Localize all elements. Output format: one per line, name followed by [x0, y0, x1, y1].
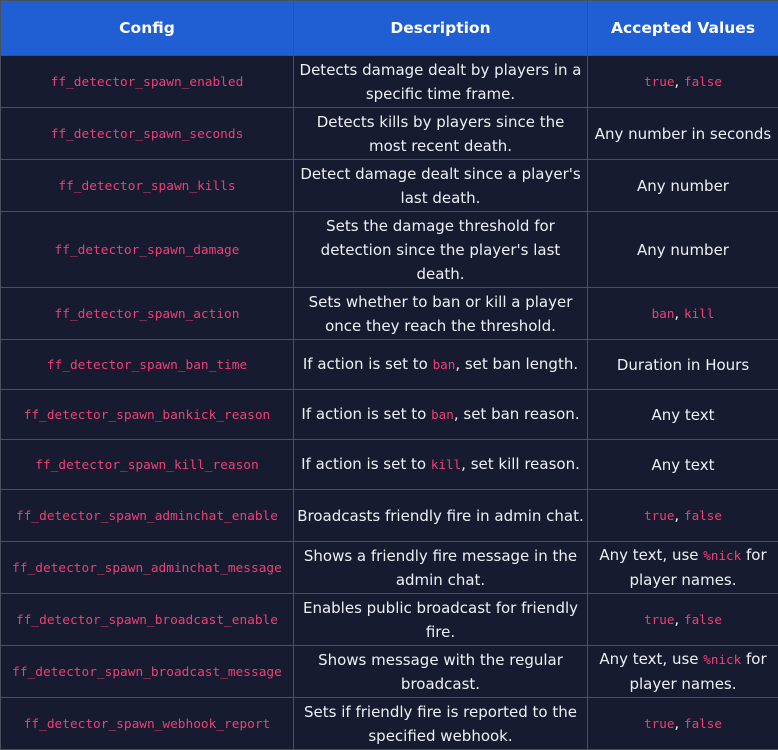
header-row: Config Description Accepted Values: [0, 0, 778, 56]
table-row: ff_detector_spawn_action Sets whether to…: [0, 287, 778, 340]
description-cell: Sets whether to ban or kill a player onc…: [293, 287, 588, 340]
config-cell: ff_detector_spawn_broadcast_message: [0, 645, 294, 698]
config-key: ff_detector_spawn_ban_time: [46, 357, 248, 373]
config-key: ff_detector_spawn_webhook_report: [23, 716, 271, 732]
description-text: If action is set to: [302, 355, 428, 373]
description-cell: If action is set to ban, set ban reason.: [293, 389, 588, 440]
description-cell: Detects kills by players since the most …: [293, 107, 588, 160]
accepted-cell: Duration in Hours: [587, 339, 778, 390]
config-cell: ff_detector_spawn_damage: [0, 211, 294, 288]
description-cell: Sets if friendly fire is reported to the…: [293, 697, 588, 750]
value-code: false: [683, 716, 722, 731]
accepted-text: Any text, use: [599, 650, 699, 668]
config-key: ff_detector_spawn_action: [54, 306, 240, 322]
accepted-cell: Any number: [587, 159, 778, 212]
config-cell: ff_detector_spawn_broadcast_enable: [0, 593, 294, 646]
description-text: If action is set to: [301, 405, 427, 423]
config-key: ff_detector_spawn_kills: [58, 178, 236, 194]
config-cell: ff_detector_spawn_seconds: [0, 107, 294, 160]
accepted-cell: Any number in seconds: [587, 107, 778, 160]
config-cell: ff_detector_spawn_kills: [0, 159, 294, 212]
value-code: false: [683, 74, 722, 89]
accepted-cell: Any number: [587, 211, 778, 288]
value-code: true: [644, 716, 675, 731]
value-code: kill: [683, 306, 715, 321]
table-row: ff_detector_spawn_damage Sets the damage…: [0, 211, 778, 288]
config-cell: ff_detector_spawn_adminchat_message: [0, 541, 294, 594]
table-row: ff_detector_spawn_bankick_reason If acti…: [0, 389, 778, 440]
accepted-cell: Any text, use %nick for player names.: [587, 541, 778, 594]
config-key: ff_detector_spawn_adminchat_message: [12, 560, 282, 576]
config-key: ff_detector_spawn_enabled: [50, 74, 244, 90]
config-table: Config Description Accepted Values ff_de…: [0, 0, 778, 750]
description-cell: If action is set to kill, set kill reaso…: [293, 439, 588, 490]
accepted-cell: true, false: [587, 697, 778, 750]
value-separator: ,: [674, 714, 680, 732]
table-row: ff_detector_spawn_kill_reason If action …: [0, 439, 778, 490]
config-key: ff_detector_spawn_seconds: [50, 126, 244, 142]
header-accepted-values: Accepted Values: [587, 0, 778, 56]
header-config: Config: [0, 0, 294, 56]
value-code: false: [683, 508, 722, 523]
config-cell: ff_detector_spawn_adminchat_enable: [0, 489, 294, 542]
table-row: ff_detector_spawn_enabled Detects damage…: [0, 55, 778, 108]
table-row: ff_detector_spawn_broadcast_message Show…: [0, 645, 778, 698]
table-row: ff_detector_spawn_broadcast_enable Enabl…: [0, 593, 778, 646]
description-cell: Shows message with the regular broadcast…: [293, 645, 588, 698]
value-code: true: [644, 508, 675, 523]
description-text: , set ban length.: [455, 355, 579, 373]
config-key: ff_detector_spawn_bankick_reason: [23, 407, 271, 423]
table-row: ff_detector_spawn_ban_time If action is …: [0, 339, 778, 390]
value-code: ban: [651, 306, 675, 321]
inline-code: kill: [430, 457, 462, 472]
value-separator: ,: [674, 610, 680, 628]
config-cell: ff_detector_spawn_enabled: [0, 55, 294, 108]
description-cell: Detects damage dealt by players in a spe…: [293, 55, 588, 108]
table-row: ff_detector_spawn_adminchat_enable Broad…: [0, 489, 778, 542]
accepted-cell: Any text, use %nick for player names.: [587, 645, 778, 698]
inline-code: %nick: [703, 548, 742, 563]
description-cell: Sets the damage threshold for detection …: [293, 211, 588, 288]
config-key: ff_detector_spawn_adminchat_enable: [16, 508, 278, 524]
config-cell: ff_detector_spawn_action: [0, 287, 294, 340]
description-text: , set ban reason.: [453, 405, 580, 423]
config-key: ff_detector_spawn_broadcast_message: [12, 664, 282, 680]
value-separator: ,: [674, 72, 680, 90]
inline-code: ban: [432, 357, 456, 372]
config-cell: ff_detector_spawn_webhook_report: [0, 697, 294, 750]
table-row: ff_detector_spawn_webhook_report Sets if…: [0, 697, 778, 750]
value-code: false: [683, 612, 722, 627]
value-separator: ,: [674, 304, 680, 322]
config-key: ff_detector_spawn_broadcast_enable: [16, 612, 278, 628]
description-cell: Enables public broadcast for friendly fi…: [293, 593, 588, 646]
accepted-cell: true, false: [587, 489, 778, 542]
config-cell: ff_detector_spawn_ban_time: [0, 339, 294, 390]
description-text: , set kill reason.: [461, 455, 580, 473]
accepted-cell: ban, kill: [587, 287, 778, 340]
table-row: ff_detector_spawn_seconds Detects kills …: [0, 107, 778, 160]
config-cell: ff_detector_spawn_bankick_reason: [0, 389, 294, 440]
value-separator: ,: [674, 506, 680, 524]
accepted-text: Any text, use: [599, 546, 699, 564]
accepted-cell: Any text: [587, 439, 778, 490]
description-cell: Detect damage dealt since a player's las…: [293, 159, 588, 212]
table-row: ff_detector_spawn_kills Detect damage de…: [0, 159, 778, 212]
config-cell: ff_detector_spawn_kill_reason: [0, 439, 294, 490]
config-key: ff_detector_spawn_kill_reason: [35, 457, 259, 473]
description-cell: Broadcasts friendly fire in admin chat.: [293, 489, 588, 542]
header-description: Description: [293, 0, 588, 56]
inline-code: ban: [431, 407, 454, 422]
accepted-cell: true, false: [587, 55, 778, 108]
accepted-cell: true, false: [587, 593, 778, 646]
value-code: true: [644, 612, 675, 627]
config-key: ff_detector_spawn_damage: [54, 242, 240, 258]
description-text: If action is set to: [301, 455, 427, 473]
accepted-cell: Any text: [587, 389, 778, 440]
value-code: true: [644, 74, 675, 89]
inline-code: %nick: [703, 652, 742, 667]
table-row: ff_detector_spawn_adminchat_message Show…: [0, 541, 778, 594]
description-cell: Shows a friendly fire message in the adm…: [293, 541, 588, 594]
description-cell: If action is set to ban, set ban length.: [293, 339, 588, 390]
